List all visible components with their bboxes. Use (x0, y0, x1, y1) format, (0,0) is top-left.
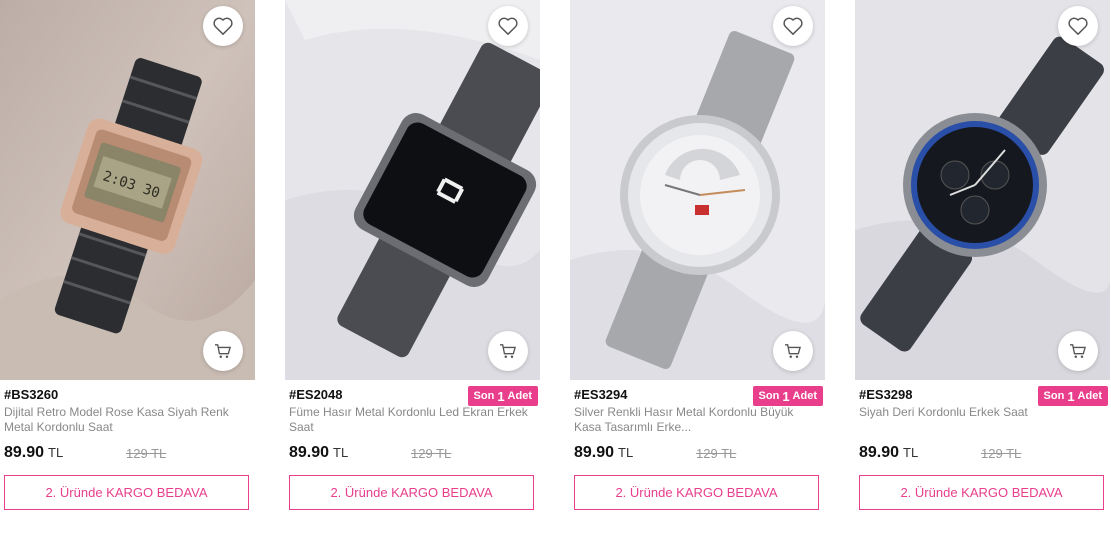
product-image[interactable]: 2:03 30 (0, 0, 255, 380)
heart-icon (213, 17, 233, 35)
stock-badge-prefix: Son (1043, 390, 1065, 402)
product-title[interactable]: Siyah Deri Kordonlu Erkek Saat (859, 405, 1099, 420)
digital-retro-watch-image[interactable]: 2:03 30 (0, 0, 255, 380)
heart-icon (1068, 17, 1088, 35)
product-code: #ES3298 (859, 387, 913, 402)
cart-icon (500, 344, 516, 359)
stock-badge-suffix: Adet (792, 390, 817, 402)
favorite-button[interactable] (488, 6, 528, 46)
cart-icon (785, 344, 801, 359)
old-price: 129 TL (981, 446, 1022, 461)
price-value: 89.90 (4, 444, 45, 461)
free-shipping-button[interactable]: 2. Üründe KARGO BEDAVA (289, 475, 534, 510)
free-shipping-button[interactable]: 2. Üründe KARGO BEDAVA (859, 475, 1104, 510)
heart-icon (498, 17, 518, 35)
black-chronograph-watch-image[interactable] (855, 0, 1110, 380)
product-code: #ES3294 (574, 387, 628, 402)
product-price: 89.90 TL (289, 444, 348, 462)
cart-icon (215, 344, 231, 359)
heart-icon (783, 17, 803, 35)
product-image[interactable] (285, 0, 540, 380)
old-price: 129 TL (411, 446, 452, 461)
free-shipping-button[interactable]: 2. Üründe KARGO BEDAVA (4, 475, 249, 510)
stock-badge-count: 1 (782, 388, 790, 404)
stock-badge-suffix: Adet (1077, 390, 1102, 402)
product-image[interactable] (570, 0, 825, 380)
product-price: 89.90 TL (859, 444, 918, 462)
product-price: 89.90 TL (574, 444, 633, 462)
add-to-cart-button[interactable] (773, 331, 813, 371)
product-price: 89.90 TL (4, 444, 63, 462)
product-image[interactable] (855, 0, 1110, 380)
old-price: 129 TL (126, 446, 167, 461)
add-to-cart-button[interactable] (1058, 331, 1098, 371)
add-to-cart-button[interactable] (488, 331, 528, 371)
product-grid: 2:03 30 #BS3260 Dijital Retro Model Rose… (0, 0, 1111, 535)
price-value: 89.90 (574, 444, 615, 461)
product-code: #BS3260 (4, 387, 59, 402)
old-price: 129 TL (696, 446, 737, 461)
stock-badge-count: 1 (497, 388, 505, 404)
product-card: #ES2048 Son 1 Adet Füme Hasır Metal Kord… (285, 0, 540, 535)
price-currency: TL (903, 445, 919, 460)
price-currency: TL (333, 445, 349, 460)
product-title[interactable]: Silver Renkli Hasır Metal Kordonlu Büyük… (574, 405, 814, 435)
product-title[interactable]: Füme Hasır Metal Kordonlu Led Ekran Erke… (289, 405, 529, 435)
stock-badge: Son 1 Adet (467, 386, 538, 406)
favorite-button[interactable] (1058, 6, 1098, 46)
product-card: #ES3298 Son 1 Adet Siyah Deri Kordonlu E… (855, 0, 1110, 535)
stock-badge-prefix: Son (473, 390, 495, 402)
product-card: #ES3294 Son 1 Adet Silver Renkli Hasır M… (570, 0, 825, 535)
cart-icon (1070, 344, 1086, 359)
favorite-button[interactable] (203, 6, 243, 46)
product-code: #ES2048 (289, 387, 343, 402)
stock-badge-count: 1 (1067, 388, 1075, 404)
stock-badge-suffix: Adet (507, 390, 532, 402)
led-square-watch-image[interactable] (285, 0, 540, 380)
stock-badge: Son 1 Adet (752, 386, 823, 406)
stock-badge: Son 1 Adet (1037, 386, 1108, 406)
product-card: 2:03 30 #BS3260 Dijital Retro Model Rose… (0, 0, 255, 535)
add-to-cart-button[interactable] (203, 331, 243, 371)
price-value: 89.90 (289, 444, 330, 461)
price-value: 89.90 (859, 444, 900, 461)
favorite-button[interactable] (773, 6, 813, 46)
price-currency: TL (618, 445, 634, 460)
silver-mesh-watch-image[interactable] (570, 0, 825, 380)
stock-badge-prefix: Son (758, 390, 780, 402)
product-title[interactable]: Dijital Retro Model Rose Kasa Siyah Renk… (4, 405, 244, 435)
free-shipping-button[interactable]: 2. Üründe KARGO BEDAVA (574, 475, 819, 510)
price-currency: TL (48, 445, 64, 460)
